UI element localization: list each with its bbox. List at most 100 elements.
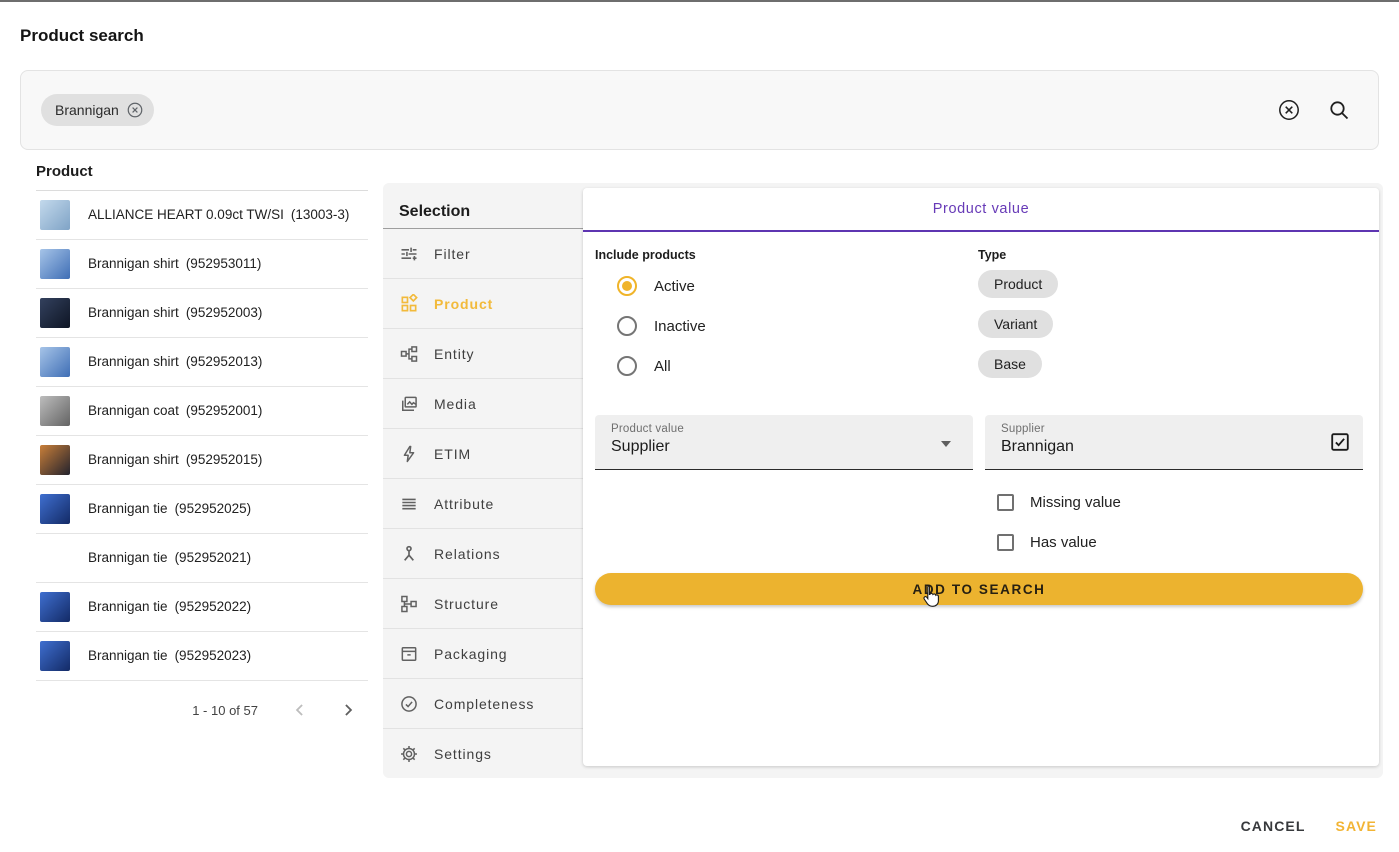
chevron-right-icon[interactable] <box>336 698 360 722</box>
panel-body: Include products Active Inactive All Typ… <box>583 232 1379 764</box>
type-section: Type Product Variant Base <box>978 248 1363 378</box>
product-code: (952952001) <box>186 403 263 418</box>
product-code: (952952013) <box>186 354 263 369</box>
product-list-item[interactable]: Brannigan tie (952952022) <box>36 583 368 632</box>
value-checkbox-group: Missing value Has value <box>997 490 1121 554</box>
save-button[interactable]: SAVE <box>1336 818 1378 834</box>
product-code: (952952023) <box>175 648 252 663</box>
product-name: Brannigan tie <box>88 550 168 565</box>
sidebar-item-etim[interactable]: ETIM <box>383 429 583 479</box>
structure-tree-icon <box>399 594 419 614</box>
product-code: (13003-3) <box>291 207 350 222</box>
sidebar-item-product[interactable]: Product <box>383 279 583 329</box>
add-to-search-button[interactable]: ADD TO SEARCH <box>595 573 1363 605</box>
radio-option-label: All <box>654 358 671 375</box>
sidebar-item-attribute[interactable]: Attribute <box>383 479 583 529</box>
include-products-label: Include products <box>595 248 965 262</box>
product-list-item[interactable]: Brannigan tie (952952021) <box>36 534 368 583</box>
relations-person-icon <box>399 544 419 564</box>
radio-icon[interactable] <box>617 316 637 336</box>
checkbox-has-value[interactable]: Has value <box>997 530 1121 554</box>
sidebar-item-structure[interactable]: Structure <box>383 579 583 629</box>
product-code: (952952015) <box>186 452 263 467</box>
sidebar-item-label: Settings <box>434 746 492 762</box>
cancel-button[interactable]: CANCEL <box>1241 818 1306 834</box>
sidebar-item-settings[interactable]: Settings <box>383 729 583 779</box>
window-top-edge <box>0 0 1399 2</box>
product-code: (952952021) <box>175 550 252 565</box>
sidebar-item-completeness[interactable]: Completeness <box>383 679 583 729</box>
tab-product-value[interactable]: Product value <box>933 201 1029 217</box>
checkbox-label: Missing value <box>1030 494 1121 511</box>
product-list-item[interactable]: Brannigan coat (952952001) <box>36 387 368 436</box>
product-list-item[interactable]: Brannigan shirt(952952013) <box>36 338 368 387</box>
sidebar-item-label: Filter <box>434 246 471 262</box>
clear-all-icon[interactable] <box>1276 97 1302 123</box>
chip-product[interactable]: Product <box>978 270 1058 298</box>
checkbox-label: Has value <box>1030 534 1097 551</box>
product-thumbnail <box>40 445 70 475</box>
product-list-header: Product <box>36 163 368 191</box>
chip-base[interactable]: Base <box>978 350 1042 378</box>
selection-list: Filter Product Entity Media ETIM Attribu… <box>383 229 583 779</box>
sidebar-item-media[interactable]: Media <box>383 379 583 429</box>
radio-active[interactable]: Active <box>617 266 965 306</box>
checkbox-unchecked-icon[interactable] <box>997 534 1014 551</box>
product-name: Brannigan tie <box>88 599 168 614</box>
radio-option-label: Inactive <box>654 318 706 335</box>
supplier-field[interactable]: Supplier Brannigan <box>985 415 1363 470</box>
checkbox-missing-value[interactable]: Missing value <box>997 490 1121 514</box>
product-list-item[interactable]: Brannigan shirt(952952003) <box>36 289 368 338</box>
product-name: ALLIANCE HEART 0.09ct TW/SI <box>88 207 284 222</box>
radio-icon[interactable] <box>617 276 637 296</box>
pagination: 1 - 10 of 57 <box>36 681 368 739</box>
product-list-item[interactable]: Brannigan shirt(952953011) <box>36 240 368 289</box>
sidebar-item-label: Completeness <box>434 696 534 712</box>
sidebar-item-label: Packaging <box>434 646 507 662</box>
product-name: Brannigan coat <box>88 403 179 418</box>
radio-all[interactable]: All <box>617 346 965 386</box>
sidebar-item-label: Attribute <box>434 496 494 512</box>
search-icon[interactable] <box>1326 97 1352 123</box>
product-list-item[interactable]: Brannigan tie(952952025) <box>36 485 368 534</box>
dialog-actions: CANCEL SAVE <box>1241 818 1377 834</box>
supplier-field-label: Supplier <box>1001 423 1349 435</box>
checkbox-checked-icon[interactable] <box>1329 431 1351 453</box>
product-value-panel: Product value Include products Active In… <box>583 188 1379 766</box>
product-code: (952952003) <box>186 305 263 320</box>
product-list-item[interactable]: ALLIANCE HEART 0.09ct TW/SI (13003-3) <box>36 191 368 240</box>
product-thumbnail <box>40 592 70 622</box>
product-list-item[interactable]: Brannigan shirt(952952015) <box>36 436 368 485</box>
product-list-item[interactable]: Brannigan tie(952952023) <box>36 632 368 681</box>
chevron-left-icon[interactable] <box>288 698 312 722</box>
search-chip-brannigan[interactable]: Brannigan <box>41 94 154 126</box>
chip-remove-icon[interactable] <box>126 101 144 119</box>
product-value-select[interactable]: Product value Supplier <box>595 415 973 470</box>
check-circle-icon <box>399 694 419 714</box>
radio-icon[interactable] <box>617 356 637 376</box>
product-value-select-value: Supplier <box>611 438 959 456</box>
sidebar-item-packaging[interactable]: Packaging <box>383 629 583 679</box>
sidebar-item-label: Structure <box>434 596 499 612</box>
sidebar-item-filter[interactable]: Filter <box>383 229 583 279</box>
product-thumbnail <box>40 641 70 671</box>
page-title: Product search <box>20 26 144 46</box>
type-chip-label: Product <box>994 276 1042 292</box>
product-code: (952952022) <box>175 599 252 614</box>
packaging-box-icon <box>399 644 419 664</box>
sidebar-item-entity[interactable]: Entity <box>383 329 583 379</box>
sidebar-item-label: ETIM <box>434 446 471 462</box>
type-chip-label: Variant <box>994 316 1037 332</box>
tune-icon <box>399 244 419 264</box>
sidebar-item-relations[interactable]: Relations <box>383 529 583 579</box>
radio-inactive[interactable]: Inactive <box>617 306 965 346</box>
checkbox-unchecked-icon[interactable] <box>997 494 1014 511</box>
chevron-down-icon[interactable] <box>941 441 951 447</box>
search-input[interactable]: Brannigan <box>20 70 1379 150</box>
product-thumbnail <box>40 347 70 377</box>
include-products-group: Active Inactive All <box>595 266 965 386</box>
type-chip-list: Product Variant Base <box>978 270 1363 378</box>
product-thumbnail <box>40 249 70 279</box>
chip-variant[interactable]: Variant <box>978 310 1053 338</box>
sidebar-item-label: Product <box>434 296 493 312</box>
